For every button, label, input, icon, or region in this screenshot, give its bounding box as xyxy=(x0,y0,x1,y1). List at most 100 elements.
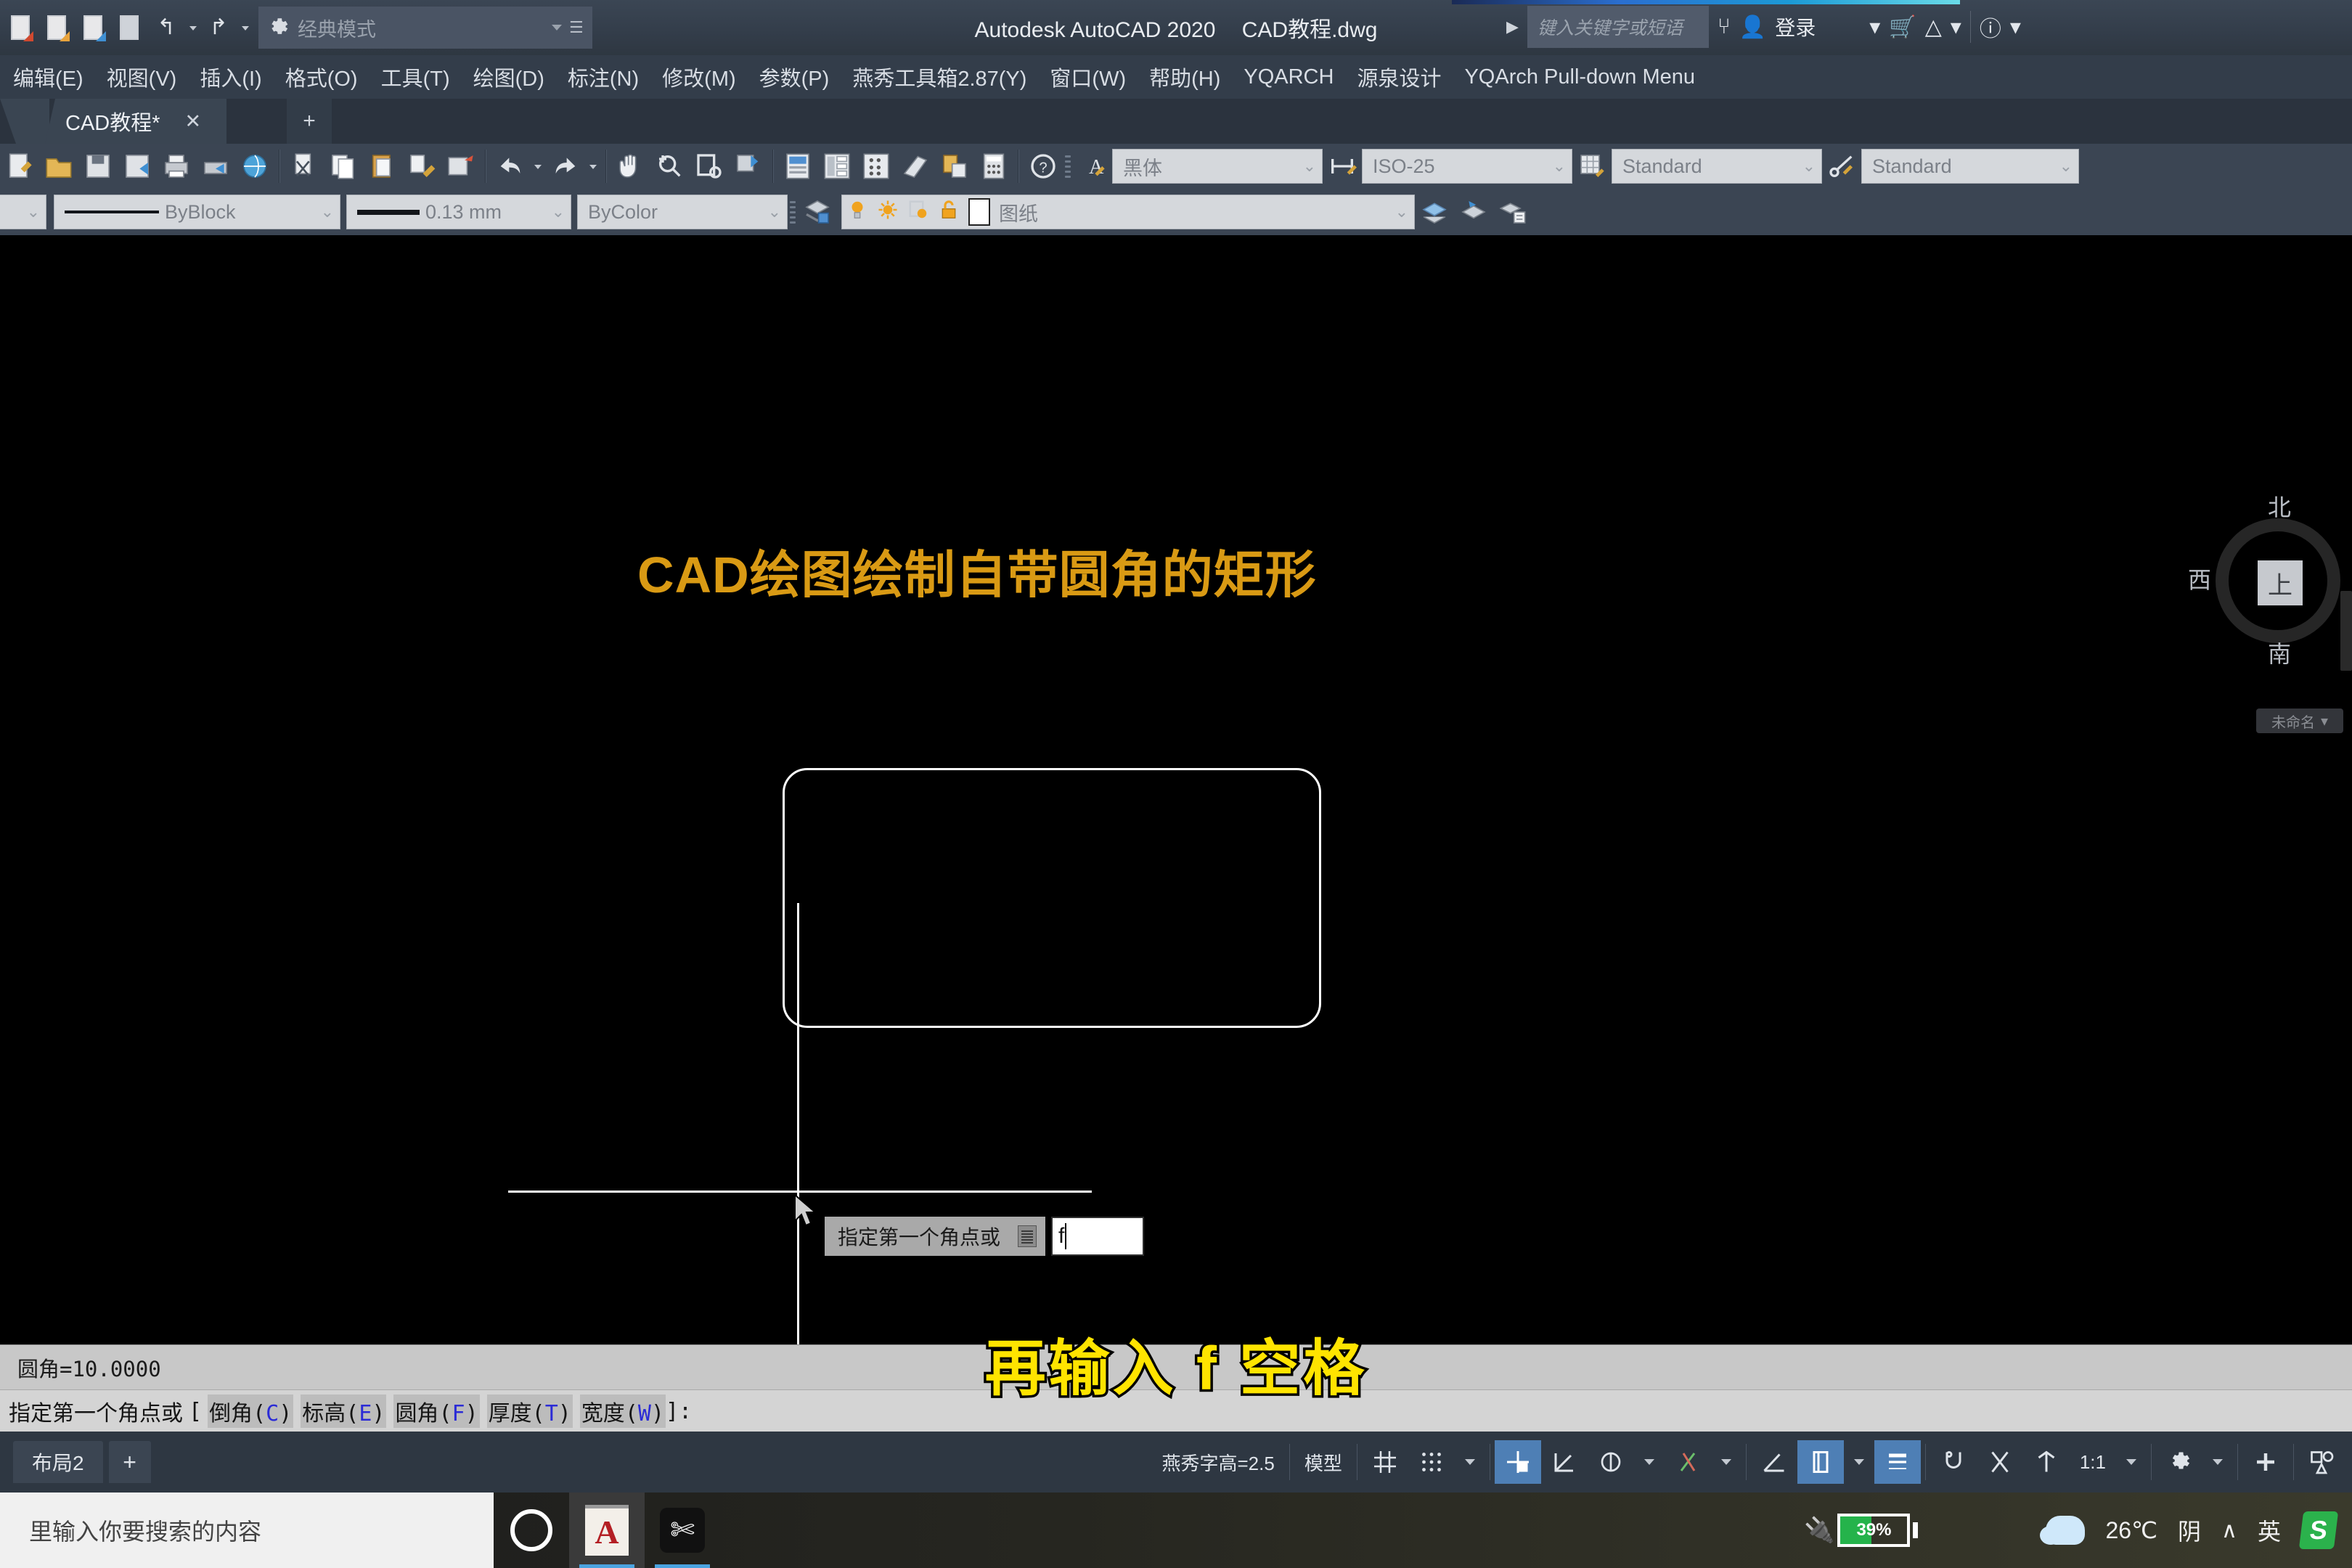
lineweight-combo[interactable]: 0.13 mm ⌄ xyxy=(346,195,571,229)
undo-icon[interactable]: ↰ xyxy=(150,9,183,46)
save-icon-2[interactable] xyxy=(78,146,118,187)
autodesk-app-icon[interactable]: ⑂ xyxy=(1718,15,1731,39)
drawing-canvas[interactable]: CAD绘图绘制自带圆角的矩形 指定第一个角点或 f 上 北 南 西 未命名 xyxy=(0,235,2352,1344)
chevron-down-icon[interactable]: ⌄ xyxy=(1553,157,1566,176)
menu-item-window[interactable]: 窗口(W) xyxy=(1038,57,1138,97)
text-style-icon[interactable]: A xyxy=(1073,146,1112,187)
text-style-combo[interactable]: 黑体 ⌄ xyxy=(1112,149,1323,184)
redo-dropdown-caret[interactable] xyxy=(238,9,251,46)
open-icon[interactable] xyxy=(39,146,78,187)
multileader-style-combo[interactable]: Standard ⌄ xyxy=(1861,149,2079,184)
designcenter-icon[interactable] xyxy=(817,146,857,187)
osnap-tracking-dropdown-caret[interactable] xyxy=(1711,1440,1741,1484)
layer-color-swatch[interactable] xyxy=(968,198,990,226)
chevron-down-icon[interactable] xyxy=(552,25,562,30)
cortana-taskbar-button[interactable] xyxy=(494,1493,569,1568)
calculator-icon[interactable] xyxy=(974,146,1013,187)
layer-states-icon[interactable] xyxy=(1493,192,1532,232)
menu-item-help[interactable]: 帮助(H) xyxy=(1138,57,1232,97)
help-icon[interactable]: ⓘ xyxy=(1980,11,2001,43)
dim-style-combo[interactable]: ISO-25 ⌄ xyxy=(1362,149,1572,184)
workspace-settings-caret[interactable] xyxy=(2202,1440,2233,1484)
weather-cloud-icon[interactable] xyxy=(2046,1516,2085,1545)
polar-tracking-toggle[interactable] xyxy=(1541,1440,1588,1484)
capcut-taskbar-button[interactable]: ✄ xyxy=(645,1493,720,1568)
linetype-combo[interactable]: ByBlock ⌄ xyxy=(54,195,340,229)
zoom-window-icon[interactable] xyxy=(690,146,729,187)
dynamic-input-toggle[interactable] xyxy=(1797,1440,1844,1484)
ime-mode-indicator[interactable]: 英 xyxy=(2258,1514,2281,1547)
chevron-down-icon[interactable]: ⌄ xyxy=(321,203,334,221)
menu-item-insert[interactable]: 插入(I) xyxy=(188,57,273,97)
menu-item-draw[interactable]: 绘图(D) xyxy=(462,57,556,97)
menu-item-format[interactable]: 格式(O) xyxy=(274,57,369,97)
dynamic-input-dropdown-caret[interactable] xyxy=(1844,1440,1874,1484)
redo-dropdown-caret-2[interactable] xyxy=(585,146,601,187)
plotstyle-combo[interactable]: ByColor ⌄ xyxy=(577,195,788,229)
undo-dropdown-caret-2[interactable] xyxy=(530,146,546,187)
publish-icon[interactable] xyxy=(235,146,274,187)
properties-palette-icon[interactable] xyxy=(778,146,817,187)
chevron-down-icon[interactable]: ⌄ xyxy=(27,203,40,221)
copy-icon[interactable] xyxy=(324,146,363,187)
layout-tab-2[interactable]: 布局2 xyxy=(13,1441,103,1483)
view-cube[interactable]: 上 北 南 西 未命名 ▾ xyxy=(2200,498,2352,665)
yanxiu-text-height[interactable]: 燕秀字高=2.5 xyxy=(1152,1440,1285,1484)
color-combo[interactable]: ⌄ xyxy=(0,195,46,229)
menu-item-dimension[interactable]: 标注(N) xyxy=(556,57,650,97)
tray-expand-icon[interactable]: ∧ xyxy=(2221,1518,2237,1543)
sogou-tray-icon[interactable]: S xyxy=(2299,1511,2338,1549)
transparency-toggle[interactable] xyxy=(1930,1440,1977,1484)
save-icon[interactable] xyxy=(77,9,110,46)
redo-icon-2[interactable] xyxy=(546,146,585,187)
paste-icon[interactable] xyxy=(363,146,402,187)
new-tab-button[interactable]: + xyxy=(287,99,332,144)
chevron-down-icon[interactable]: ▾ xyxy=(2321,712,2328,730)
layer-properties-icon[interactable] xyxy=(798,192,837,232)
annotation-scale-value[interactable]: 1:1 xyxy=(2070,1440,2116,1484)
layer-control-combo[interactable]: 图纸 ⌄ xyxy=(841,195,1415,229)
login-label[interactable]: 登录 xyxy=(1775,12,1816,41)
battery-indicator[interactable]: 🔌 39% xyxy=(1804,1514,1918,1547)
workspace-settings-gear-icon[interactable] xyxy=(2156,1440,2202,1484)
share-dropdown-caret[interactable]: ▾ xyxy=(1869,15,1880,40)
make-object-layer-current-icon[interactable] xyxy=(1415,192,1454,232)
new-file-icon[interactable] xyxy=(4,9,38,46)
undo-dropdown-caret[interactable] xyxy=(186,9,199,46)
layer-freeze-icon[interactable] xyxy=(877,198,899,226)
file-tab-cad-tutorial[interactable]: CAD教程* ✕ xyxy=(45,99,226,144)
table-style-combo[interactable]: Standard ⌄ xyxy=(1612,149,1822,184)
chevron-down-icon[interactable]: ⌄ xyxy=(552,203,565,221)
sheetset-icon[interactable] xyxy=(896,146,935,187)
menu-item-modify[interactable]: 修改(M) xyxy=(650,57,747,97)
angle-constraint-toggle[interactable] xyxy=(1751,1440,1797,1484)
autodesk-logo-icon[interactable]: △ xyxy=(1925,15,1942,40)
zoom-realtime-icon[interactable] xyxy=(650,146,690,187)
block-editor-icon[interactable] xyxy=(441,146,481,187)
print-icon[interactable] xyxy=(113,9,147,46)
space-mode-toggle[interactable]: 模型 xyxy=(1294,1440,1352,1484)
menu-item-tools[interactable]: 工具(T) xyxy=(369,57,462,97)
annotation-scale-caret[interactable] xyxy=(2116,1440,2147,1484)
named-view-dropdown[interactable]: 未命名 ▾ xyxy=(2256,709,2343,733)
tool-palettes-icon[interactable] xyxy=(857,146,896,187)
grid-display-toggle[interactable] xyxy=(1362,1440,1408,1484)
toolbar-grip-text[interactable] xyxy=(1063,149,1073,184)
undo-icon-2[interactable] xyxy=(491,146,530,187)
pan-icon[interactable] xyxy=(611,146,650,187)
object-snap-tracking-toggle[interactable] xyxy=(1665,1440,1711,1484)
lineweight-toggle[interactable] xyxy=(1874,1440,1921,1484)
menu-item-yqarch[interactable]: YQARCH xyxy=(1232,61,1345,94)
workspace-switcher[interactable]: 经典模式 ☰ xyxy=(258,7,592,49)
menu-item-yqarch-pulldown[interactable]: YQArch Pull-down Menu xyxy=(1453,61,1707,94)
search-input[interactable]: 键入关键字或短语 xyxy=(1527,6,1709,48)
toolbar-grip-layer[interactable] xyxy=(788,195,798,229)
menu-item-yanxiu[interactable]: 燕秀工具箱2.87(Y) xyxy=(841,57,1038,97)
search-expand-icon[interactable]: ▶ xyxy=(1506,17,1519,36)
table-style-icon[interactable] xyxy=(1572,146,1612,187)
dynamic-input-field[interactable]: f xyxy=(1051,1217,1144,1256)
selection-cycling-toggle[interactable] xyxy=(1977,1440,2023,1484)
plot-preview-icon[interactable] xyxy=(196,146,235,187)
customization-plus-icon[interactable] xyxy=(2242,1440,2289,1484)
qat-overflow-icon[interactable]: ☰ xyxy=(569,20,585,36)
